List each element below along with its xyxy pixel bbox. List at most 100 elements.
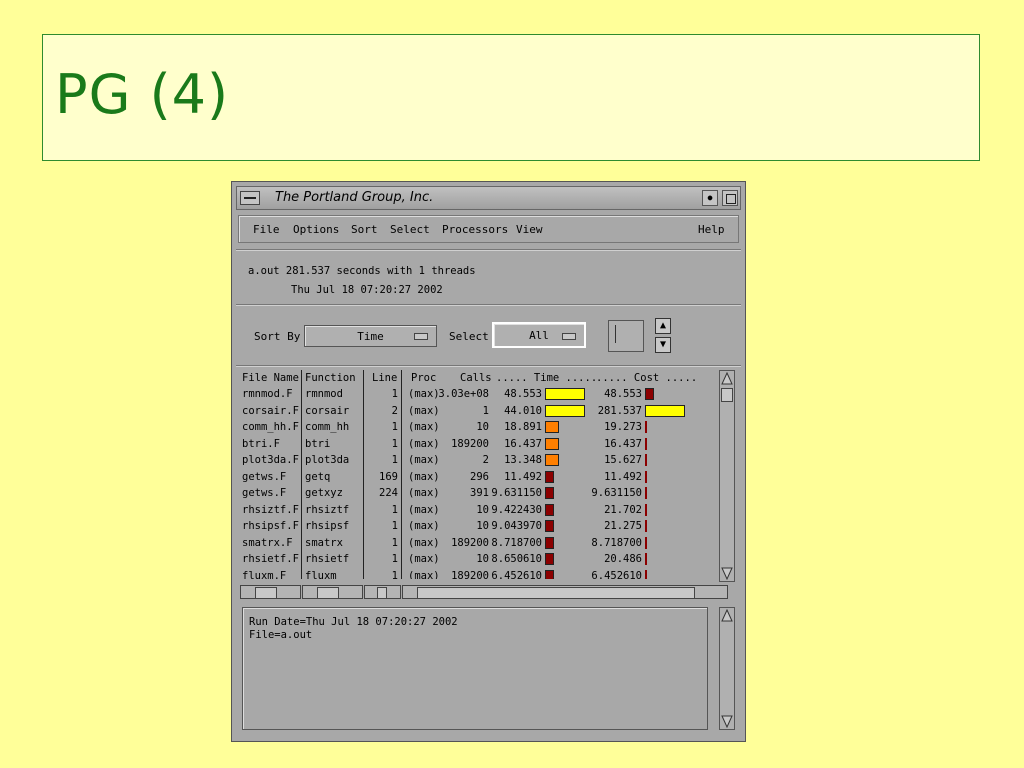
menu-options[interactable]: Options [293, 223, 339, 236]
cost-bar [645, 569, 647, 579]
cell-line: 1 [391, 520, 398, 532]
spin-down-icon[interactable]: ▼ [655, 337, 671, 353]
cost-bar [645, 421, 647, 433]
header-time[interactable]: ..... Time ..... [496, 370, 597, 387]
cell-time: 9.631150 [491, 487, 542, 499]
spin-up-icon[interactable]: ▲ [655, 318, 671, 334]
header-proc[interactable]: Proc [411, 370, 436, 387]
header-cost[interactable]: ..... Cost ..... [596, 370, 697, 387]
log-file: File=a.out [249, 629, 313, 641]
cell-time: 9.422430 [491, 503, 542, 516]
header-line[interactable]: Line [372, 370, 397, 387]
divider [236, 365, 741, 367]
dropdown-arrow-icon [562, 333, 576, 340]
processor-field[interactable] [608, 320, 644, 352]
cell-line: 2 [391, 404, 398, 417]
cell-cost: 16.437 [604, 437, 642, 450]
header-function[interactable]: Function [305, 370, 356, 387]
scroll-down-icon[interactable] [721, 714, 733, 728]
hscroll-function[interactable] [302, 585, 363, 599]
run-date: Thu Jul 18 07:20:27 2002 [291, 284, 443, 296]
cell-line: 1 [391, 503, 398, 516]
cell-cost: 6.452610 [591, 569, 642, 580]
menu-file[interactable]: File [253, 223, 280, 236]
cell-file: rhsiztf.F [242, 503, 299, 516]
menu-processors[interactable]: Processors [442, 223, 508, 236]
time-bar [545, 569, 554, 579]
time-bar [545, 388, 585, 400]
select-dropdown[interactable]: All [492, 322, 586, 348]
cell-line: 1 [391, 569, 398, 580]
cell-time: 13.348 [504, 454, 542, 466]
time-bar [545, 421, 559, 433]
header-calls[interactable]: Calls [460, 370, 492, 387]
cell-cost: 8.718700 [591, 536, 642, 549]
cell-cost: 11.492 [604, 470, 642, 483]
title-bar[interactable]: The Portland Group, Inc. ● [236, 186, 741, 210]
cell-file: corsair.F [242, 404, 299, 417]
scroll-down-icon[interactable] [721, 566, 733, 580]
cell-time: 8.718700 [491, 536, 542, 549]
cell-file: fluxm.F [242, 569, 287, 580]
cell-line: 1 [391, 437, 398, 450]
cost-bar [645, 553, 647, 565]
sort-by-label: Sort By [254, 330, 301, 343]
cell-cost: 21.702 [604, 503, 642, 516]
time-bar [545, 437, 559, 450]
maximize-icon[interactable] [722, 190, 738, 206]
menu-select[interactable]: Select [390, 223, 430, 236]
cell-cost: 19.273 [604, 421, 642, 433]
log-text: Run Date=Thu Jul 18 07:20:27 2002 File=a… [249, 616, 458, 642]
cell-line: 1 [391, 454, 398, 466]
cell-time: 48.553 [504, 388, 542, 400]
cell-file: rhsietf.F [242, 553, 299, 565]
scroll-up-icon[interactable] [721, 372, 733, 386]
time-bar [545, 470, 554, 483]
slide-title: PG (4) [55, 63, 230, 126]
slide-title-box: PG (4) [42, 34, 980, 161]
scroll-thumb[interactable] [721, 388, 733, 402]
log-vertical-scrollbar[interactable] [719, 607, 735, 730]
scroll-up-icon[interactable] [721, 609, 733, 623]
cost-bar [645, 520, 647, 532]
column-separator [301, 370, 302, 579]
cost-bar [645, 454, 647, 466]
select-label: Select [449, 330, 489, 343]
header-file[interactable]: File Name [242, 370, 299, 387]
cost-bar [645, 503, 647, 516]
cell-cost: 15.627 [604, 454, 642, 466]
run-info: a.out 281.537 seconds with 1 threads Thu… [248, 262, 476, 300]
cost-bar [645, 388, 654, 400]
hscroll-line[interactable] [364, 585, 401, 599]
cell-time: 6.452610 [491, 569, 542, 580]
time-bar [545, 487, 554, 499]
app-window: The Portland Group, Inc. ● File Options … [231, 181, 746, 742]
cell-line: 1 [391, 553, 398, 565]
time-bar [545, 503, 554, 516]
log-run-date: Run Date=Thu Jul 18 07:20:27 2002 [249, 616, 458, 628]
cost-bar [645, 470, 647, 483]
menu-view[interactable]: View [516, 223, 543, 236]
cell-time: 44.010 [504, 404, 542, 417]
cell-time: 9.043970 [491, 520, 542, 532]
sort-by-dropdown[interactable]: Time [304, 325, 437, 347]
time-bar [545, 553, 554, 565]
divider [236, 249, 741, 251]
cell-cost: 20.486 [604, 553, 642, 565]
log-pane[interactable]: Run Date=Thu Jul 18 07:20:27 2002 File=a… [242, 607, 708, 730]
cell-file: smatrx.F [242, 536, 293, 549]
cell-time: 8.650610 [491, 553, 542, 565]
window-title: The Portland Group, Inc. [275, 190, 434, 205]
hscroll-file[interactable] [240, 585, 301, 599]
run-summary: a.out 281.537 seconds with 1 threads [248, 265, 476, 277]
time-bar [545, 536, 554, 549]
window-menu-icon[interactable] [240, 191, 260, 205]
menu-sort[interactable]: Sort [351, 223, 378, 236]
menu-help[interactable]: Help [698, 223, 725, 236]
table-vertical-scrollbar[interactable] [719, 370, 735, 582]
hscroll-data[interactable] [402, 585, 728, 599]
dropdown-arrow-icon [414, 333, 428, 340]
time-bar [545, 404, 585, 417]
menu-bar: File Options Sort Select Processors View… [238, 215, 739, 243]
minimize-icon[interactable]: ● [702, 190, 718, 206]
